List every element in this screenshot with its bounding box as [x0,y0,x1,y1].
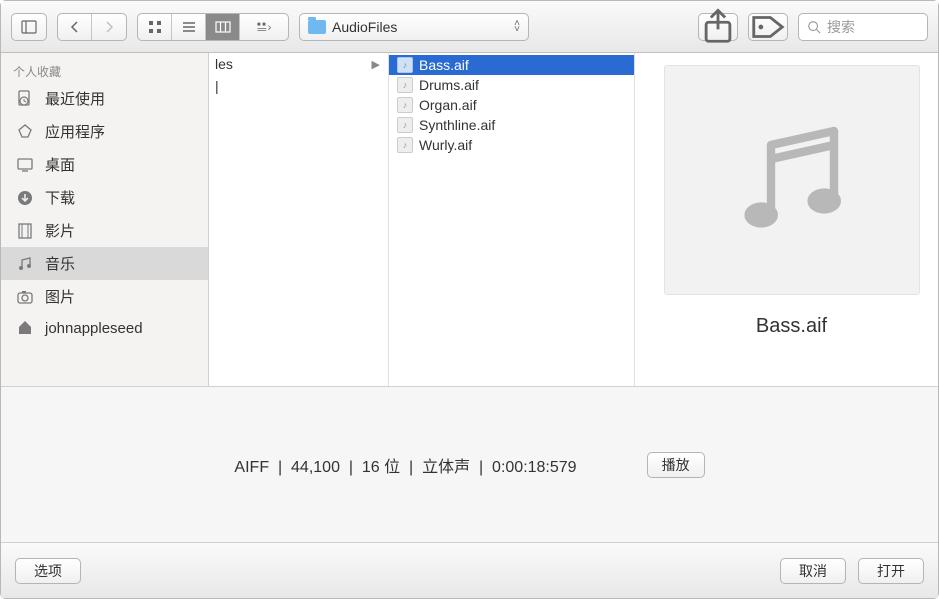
audio-info-panel: AIFF | 44,100 | 16 位 | 立体声 | 0:00:18:579… [1,386,938,542]
folder-icon [308,20,326,34]
file-name: Synthline.aif [419,117,495,133]
nav-group [57,13,127,41]
icon-view-button[interactable] [138,14,172,40]
column-view-button[interactable] [206,14,240,40]
column1-folder-label: les [215,56,233,72]
sidebar-item-downloads[interactable]: 下载 [1,181,208,214]
column1-folder-row[interactable]: les ▶ [209,53,388,75]
preview-pane: Bass.aif [635,53,938,386]
file-name: Organ.aif [419,97,477,113]
home-icon [15,319,35,337]
search-icon [807,20,821,34]
sidebar-item-home[interactable]: johnappleseed [1,313,208,343]
audio-info-text: AIFF | 44,100 | 16 位 | 立体声 | 0:00:18:579 [234,453,576,477]
sidebar-item-label: johnappleseed [45,320,143,337]
open-button[interactable]: 打开 [858,558,924,584]
camera-icon [15,288,35,306]
sidebar-item-label: 桌面 [45,154,75,175]
chevron-updown-icon: ˄˅ [514,21,520,33]
list-view-button[interactable] [172,14,206,40]
cancel-button[interactable]: 取消 [780,558,846,584]
sidebar: 个人收藏 最近使用 应用程序 桌面 下载 影片 [1,53,209,386]
download-icon [15,189,35,207]
sidebar-item-pictures[interactable]: 图片 [1,280,208,313]
back-button[interactable] [58,14,92,40]
music-icon [15,255,35,273]
desktop-icon [15,156,35,174]
sidebar-item-label: 音乐 [45,253,75,274]
sidebar-toggle-group [11,13,47,41]
browser-body: 个人收藏 最近使用 应用程序 桌面 下载 影片 [1,53,938,386]
tags-button[interactable] [748,13,788,41]
sidebar-item-label: 影片 [45,220,75,241]
film-icon [15,222,35,240]
sidebar-item-recents[interactable]: 最近使用 [1,82,208,115]
search-input[interactable]: 搜索 [798,13,928,41]
sidebar-item-movies[interactable]: 影片 [1,214,208,247]
sidebar-item-desktop[interactable]: 桌面 [1,148,208,181]
search-placeholder: 搜索 [827,17,855,37]
column-2: ♪ Bass.aif ♪ Drums.aif ♪ Organ.aif ♪ Syn… [389,53,635,386]
sidebar-toggle-button[interactable] [12,14,46,40]
apps-icon [15,123,35,141]
file-row[interactable]: ♪ Wurly.aif [389,135,634,155]
file-name: Drums.aif [419,77,479,93]
audio-file-icon: ♪ [397,137,413,153]
sidebar-item-music[interactable]: 音乐 [1,247,208,280]
file-name: Bass.aif [419,57,469,73]
sidebar-item-label: 应用程序 [45,121,105,142]
preview-filename: Bass.aif [756,315,827,338]
path-label: AudioFiles [332,19,397,35]
file-row[interactable]: ♪ Organ.aif [389,95,634,115]
path-dropdown[interactable]: AudioFiles ˄˅ [299,13,529,41]
sidebar-section-header: 个人收藏 [1,59,208,82]
audio-file-icon: ♪ [397,97,413,113]
chevron-right-icon: ▶ [372,58,380,71]
music-note-icon [722,110,862,250]
sidebar-item-apps[interactable]: 应用程序 [1,115,208,148]
file-row[interactable]: ♪ Drums.aif [389,75,634,95]
sidebar-item-label: 图片 [45,286,75,307]
gallery-view-button[interactable] [240,14,288,40]
sidebar-item-label: 最近使用 [45,88,105,109]
clock-doc-icon [15,90,35,108]
audio-file-icon: ♪ [397,57,413,73]
column1-row-trunc[interactable]: | [209,75,388,97]
audio-file-icon: ♪ [397,77,413,93]
file-row[interactable]: ♪ Synthline.aif [389,115,634,135]
toolbar: AudioFiles ˄˅ 搜索 [1,1,938,53]
view-mode-group [137,13,289,41]
preview-thumbnail [664,65,920,295]
bottom-bar: 选项 取消 打开 [1,542,938,598]
play-button[interactable]: 播放 [647,452,705,478]
file-name: Wurly.aif [419,137,472,153]
sidebar-item-label: 下载 [45,187,75,208]
forward-button[interactable] [92,14,126,40]
column-1: les ▶ | [209,53,389,386]
options-button[interactable]: 选项 [15,558,81,584]
audio-file-icon: ♪ [397,117,413,133]
share-button[interactable] [698,13,738,41]
file-row[interactable]: ♪ Bass.aif [389,55,634,75]
finder-open-dialog: AudioFiles ˄˅ 搜索 个人收藏 最近使用 应用程序 桌面 [0,0,939,599]
